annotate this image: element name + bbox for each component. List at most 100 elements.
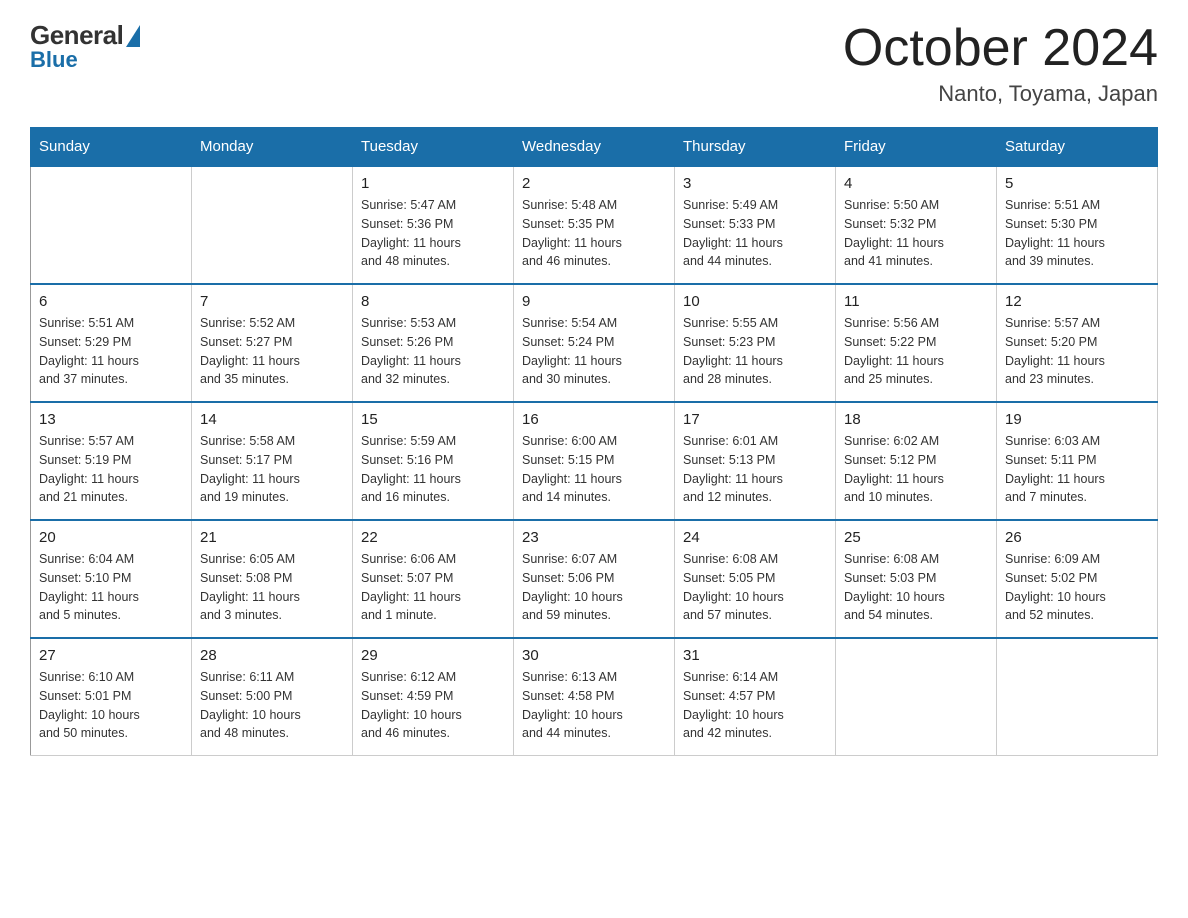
day-number: 19 xyxy=(1005,411,1149,428)
day-cell: 7 Sunrise: 5:52 AM Sunset: 5:27 PM Daylig… xyxy=(192,284,353,402)
day-info: Sunrise: 6:09 AM Sunset: 5:02 PM Dayligh… xyxy=(1005,550,1149,625)
day-info: Sunrise: 5:49 AM Sunset: 5:33 PM Dayligh… xyxy=(683,196,827,271)
day-cell xyxy=(192,166,353,284)
day-cell: 19 Sunrise: 6:03 AM Sunset: 5:11 PM Dayli… xyxy=(997,402,1158,520)
day-number: 10 xyxy=(683,293,827,310)
day-cell: 30Sunrise: 6:13 AM Sunset: 4:58 PM Dayli… xyxy=(514,638,675,756)
day-number: 12 xyxy=(1005,293,1149,310)
day-cell: 29 Sunrise: 6:12 AM Sunset: 4:59 PM Dayli… xyxy=(353,638,514,756)
week-row-5: 27Sunrise: 6:10 AM Sunset: 5:01 PM Dayli… xyxy=(31,638,1158,756)
header-cell-monday: Monday xyxy=(192,128,353,167)
logo: General Blue xyxy=(30,20,140,73)
day-info: Sunrise: 5:58 AM Sunset: 5:17 PM Dayligh… xyxy=(200,432,344,507)
day-number: 9 xyxy=(522,293,666,310)
subtitle: Nanto, Toyama, Japan xyxy=(843,81,1158,107)
day-number: 2 xyxy=(522,175,666,192)
day-cell xyxy=(31,166,192,284)
day-info: Sunrise: 6:12 AM Sunset: 4:59 PM Dayligh… xyxy=(361,668,505,743)
title-section: October 2024 Nanto, Toyama, Japan xyxy=(843,20,1158,107)
day-cell: 22Sunrise: 6:06 AM Sunset: 5:07 PM Dayli… xyxy=(353,520,514,638)
header-cell-wednesday: Wednesday xyxy=(514,128,675,167)
day-info: Sunrise: 6:11 AM Sunset: 5:00 PM Dayligh… xyxy=(200,668,344,743)
day-number: 13 xyxy=(39,411,183,428)
day-number: 26 xyxy=(1005,529,1149,546)
day-cell: 26 Sunrise: 6:09 AM Sunset: 5:02 PM Dayli… xyxy=(997,520,1158,638)
day-info: Sunrise: 5:55 AM Sunset: 5:23 PM Dayligh… xyxy=(683,314,827,389)
day-cell: 13 Sunrise: 5:57 AM Sunset: 5:19 PM Dayli… xyxy=(31,402,192,520)
day-info: Sunrise: 5:57 AM Sunset: 5:20 PM Dayligh… xyxy=(1005,314,1149,389)
day-info: Sunrise: 6:08 AM Sunset: 5:05 PM Dayligh… xyxy=(683,550,827,625)
day-number: 28 xyxy=(200,647,344,664)
day-info: Sunrise: 5:51 AM Sunset: 5:30 PM Dayligh… xyxy=(1005,196,1149,271)
day-number: 29 xyxy=(361,647,505,664)
week-row-4: 20 Sunrise: 6:04 AM Sunset: 5:10 PM Dayli… xyxy=(31,520,1158,638)
header-row: SundayMondayTuesdayWednesdayThursdayFrid… xyxy=(31,128,1158,167)
day-cell xyxy=(836,638,997,756)
day-info: Sunrise: 6:07 AM Sunset: 5:06 PM Dayligh… xyxy=(522,550,666,625)
day-number: 5 xyxy=(1005,175,1149,192)
day-number: 30 xyxy=(522,647,666,664)
day-info: Sunrise: 5:51 AM Sunset: 5:29 PM Dayligh… xyxy=(39,314,183,389)
header-cell-friday: Friday xyxy=(836,128,997,167)
day-number: 22 xyxy=(361,529,505,546)
day-number: 7 xyxy=(200,293,344,310)
day-info: Sunrise: 6:04 AM Sunset: 5:10 PM Dayligh… xyxy=(39,550,183,625)
week-row-3: 13 Sunrise: 5:57 AM Sunset: 5:19 PM Dayli… xyxy=(31,402,1158,520)
week-row-2: 6 Sunrise: 5:51 AM Sunset: 5:29 PM Daylig… xyxy=(31,284,1158,402)
day-number: 24 xyxy=(683,529,827,546)
day-info: Sunrise: 5:56 AM Sunset: 5:22 PM Dayligh… xyxy=(844,314,988,389)
day-info: Sunrise: 5:59 AM Sunset: 5:16 PM Dayligh… xyxy=(361,432,505,507)
calendar-header: SundayMondayTuesdayWednesdayThursdayFrid… xyxy=(31,128,1158,167)
day-cell: 20 Sunrise: 6:04 AM Sunset: 5:10 PM Dayli… xyxy=(31,520,192,638)
header-cell-tuesday: Tuesday xyxy=(353,128,514,167)
day-number: 16 xyxy=(522,411,666,428)
day-info: Sunrise: 5:53 AM Sunset: 5:26 PM Dayligh… xyxy=(361,314,505,389)
calendar-body: 1Sunrise: 5:47 AM Sunset: 5:36 PM Daylig… xyxy=(31,166,1158,756)
day-cell: 5 Sunrise: 5:51 AM Sunset: 5:30 PM Daylig… xyxy=(997,166,1158,284)
day-number: 25 xyxy=(844,529,988,546)
day-cell: 11Sunrise: 5:56 AM Sunset: 5:22 PM Dayli… xyxy=(836,284,997,402)
day-cell: 4 Sunrise: 5:50 AM Sunset: 5:32 PM Daylig… xyxy=(836,166,997,284)
day-info: Sunrise: 5:50 AM Sunset: 5:32 PM Dayligh… xyxy=(844,196,988,271)
day-info: Sunrise: 6:00 AM Sunset: 5:15 PM Dayligh… xyxy=(522,432,666,507)
day-cell: 28 Sunrise: 6:11 AM Sunset: 5:00 PM Dayli… xyxy=(192,638,353,756)
day-number: 23 xyxy=(522,529,666,546)
day-number: 6 xyxy=(39,293,183,310)
day-number: 14 xyxy=(200,411,344,428)
day-info: Sunrise: 6:02 AM Sunset: 5:12 PM Dayligh… xyxy=(844,432,988,507)
logo-blue-text: Blue xyxy=(30,47,78,73)
day-number: 4 xyxy=(844,175,988,192)
day-number: 3 xyxy=(683,175,827,192)
day-cell: 12 Sunrise: 5:57 AM Sunset: 5:20 PM Dayli… xyxy=(997,284,1158,402)
day-number: 17 xyxy=(683,411,827,428)
day-number: 15 xyxy=(361,411,505,428)
page-header: General Blue October 2024 Nanto, Toyama,… xyxy=(30,20,1158,107)
day-info: Sunrise: 6:14 AM Sunset: 4:57 PM Dayligh… xyxy=(683,668,827,743)
header-cell-sunday: Sunday xyxy=(31,128,192,167)
day-number: 31 xyxy=(683,647,827,664)
day-info: Sunrise: 6:05 AM Sunset: 5:08 PM Dayligh… xyxy=(200,550,344,625)
day-cell: 3 Sunrise: 5:49 AM Sunset: 5:33 PM Daylig… xyxy=(675,166,836,284)
day-cell: 8 Sunrise: 5:53 AM Sunset: 5:26 PM Daylig… xyxy=(353,284,514,402)
day-cell: 10 Sunrise: 5:55 AM Sunset: 5:23 PM Dayli… xyxy=(675,284,836,402)
main-title: October 2024 xyxy=(843,20,1158,77)
day-number: 20 xyxy=(39,529,183,546)
day-cell: 31 Sunrise: 6:14 AM Sunset: 4:57 PM Dayli… xyxy=(675,638,836,756)
logo-triangle-icon xyxy=(126,25,140,47)
day-info: Sunrise: 6:03 AM Sunset: 5:11 PM Dayligh… xyxy=(1005,432,1149,507)
day-cell: 23 Sunrise: 6:07 AM Sunset: 5:06 PM Dayli… xyxy=(514,520,675,638)
day-info: Sunrise: 5:48 AM Sunset: 5:35 PM Dayligh… xyxy=(522,196,666,271)
day-info: Sunrise: 5:57 AM Sunset: 5:19 PM Dayligh… xyxy=(39,432,183,507)
day-number: 8 xyxy=(361,293,505,310)
day-number: 18 xyxy=(844,411,988,428)
day-cell: 9Sunrise: 5:54 AM Sunset: 5:24 PM Daylig… xyxy=(514,284,675,402)
day-cell: 1Sunrise: 5:47 AM Sunset: 5:36 PM Daylig… xyxy=(353,166,514,284)
day-cell: 18 Sunrise: 6:02 AM Sunset: 5:12 PM Dayli… xyxy=(836,402,997,520)
day-cell: 24 Sunrise: 6:08 AM Sunset: 5:05 PM Dayli… xyxy=(675,520,836,638)
week-row-1: 1Sunrise: 5:47 AM Sunset: 5:36 PM Daylig… xyxy=(31,166,1158,284)
day-number: 27 xyxy=(39,647,183,664)
day-cell: 21Sunrise: 6:05 AM Sunset: 5:08 PM Dayli… xyxy=(192,520,353,638)
header-cell-saturday: Saturday xyxy=(997,128,1158,167)
day-info: Sunrise: 5:52 AM Sunset: 5:27 PM Dayligh… xyxy=(200,314,344,389)
day-info: Sunrise: 6:01 AM Sunset: 5:13 PM Dayligh… xyxy=(683,432,827,507)
